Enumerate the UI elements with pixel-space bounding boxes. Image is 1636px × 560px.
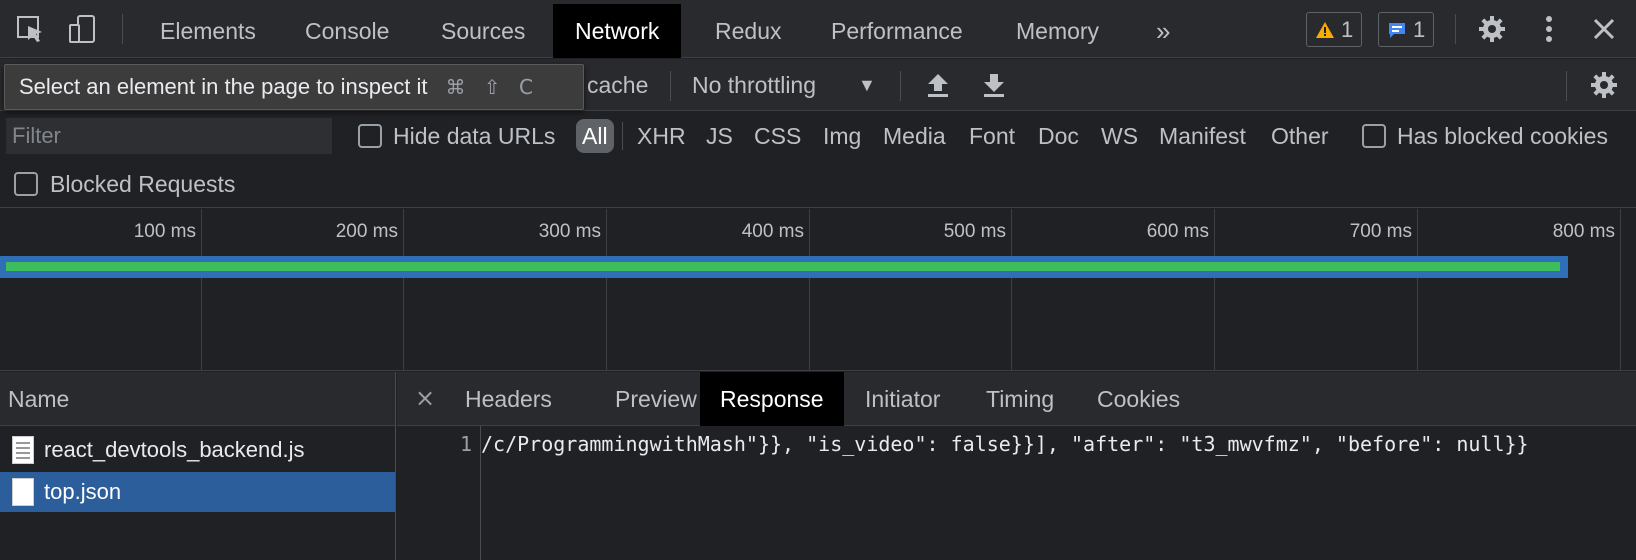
more-tabs-button[interactable]: » xyxy=(1134,4,1192,58)
tab-initiator[interactable]: Initiator xyxy=(845,372,960,426)
close-icon[interactable] xyxy=(1588,13,1620,45)
grid-line xyxy=(1620,209,1621,371)
details-tab-bar: × Headers Preview Response Initiator Tim… xyxy=(397,372,1636,426)
tab-elements[interactable]: Elements xyxy=(138,4,278,58)
settings-gear-icon[interactable] xyxy=(1476,13,1508,45)
tab-console[interactable]: Console xyxy=(283,4,411,58)
has-blocked-cookies-checkbox[interactable] xyxy=(1362,124,1386,148)
messages-badge[interactable]: 1 xyxy=(1378,12,1435,47)
filter-type-media[interactable]: Media xyxy=(883,112,946,160)
timeline-tick: 400 ms xyxy=(741,221,804,242)
has-blocked-cookies-label: Has blocked cookies xyxy=(1397,123,1608,149)
tab-response[interactable]: Response xyxy=(700,372,844,426)
tab-preview[interactable]: Preview xyxy=(595,372,717,426)
filter-type-js[interactable]: JS xyxy=(706,112,733,160)
timeline-tick: 200 ms xyxy=(335,221,398,242)
blocked-requests-checkbox[interactable] xyxy=(14,172,38,196)
tooltip-text: Select an element in the page to inspect… xyxy=(19,74,428,99)
filter-type-all[interactable]: All xyxy=(576,119,614,153)
more-options-icon[interactable] xyxy=(1533,13,1565,45)
timeline-tick: 300 ms xyxy=(538,221,601,242)
blocked-requests-label: Blocked Requests xyxy=(50,171,236,197)
grid-line xyxy=(1214,209,1215,371)
timeline-tick: 100 ms xyxy=(133,221,196,242)
chevron-down-icon[interactable]: ▼ xyxy=(858,59,876,111)
request-details: × Headers Preview Response Initiator Tim… xyxy=(397,372,1636,560)
close-details-icon[interactable]: × xyxy=(415,372,435,426)
divider xyxy=(1455,14,1456,44)
inspect-tooltip: Select an element in the page to inspect… xyxy=(4,64,584,110)
timeline-tick: 600 ms xyxy=(1146,221,1209,242)
name-column-header[interactable]: Name xyxy=(0,372,395,426)
request-row-selected[interactable]: top.json xyxy=(0,472,395,512)
grid-line xyxy=(1011,209,1012,371)
export-har-icon[interactable] xyxy=(978,69,1010,101)
tab-memory[interactable]: Memory xyxy=(994,4,1121,58)
network-settings-gear-icon[interactable] xyxy=(1588,69,1620,101)
tooltip-shortcut: ⌘ ⇧ C xyxy=(445,75,539,99)
tab-sources[interactable]: Sources xyxy=(419,4,547,58)
line-number: 1 xyxy=(459,432,472,456)
filter-type-css[interactable]: CSS xyxy=(754,112,801,160)
timeline-download-bar xyxy=(6,262,1560,271)
filter-type-font[interactable]: Font xyxy=(969,112,1015,160)
document-file-icon xyxy=(12,478,34,506)
tab-performance[interactable]: Performance xyxy=(809,4,985,58)
filter-bar: Hide data URLs All XHR JS CSS Img Media … xyxy=(0,112,1636,160)
tab-network[interactable]: Network xyxy=(553,4,682,58)
request-name: top.json xyxy=(44,479,122,504)
grid-line xyxy=(201,209,202,371)
warnings-badge[interactable]: 1 xyxy=(1306,12,1363,47)
throttling-select[interactable]: No throttling xyxy=(692,59,816,111)
divider xyxy=(622,122,623,150)
tab-redux[interactable]: Redux xyxy=(693,4,803,58)
grid-line xyxy=(403,209,404,371)
request-name: react_devtools_backend.js xyxy=(44,437,305,462)
network-toolbar: Select an element in the page to inspect… xyxy=(0,59,1636,111)
grid-line xyxy=(809,209,810,371)
filter-type-img[interactable]: Img xyxy=(823,112,861,160)
response-text: /c/ProgrammingwithMash"}}, "is_video": f… xyxy=(481,432,1529,456)
divider xyxy=(1566,71,1567,101)
warnings-count: 1 xyxy=(1341,16,1354,42)
tab-timing[interactable]: Timing xyxy=(966,372,1074,426)
filter-type-doc[interactable]: Doc xyxy=(1038,112,1079,160)
devtools-tab-bar: Elements Console Sources Network Redux P… xyxy=(0,0,1636,58)
timeline-tick: 700 ms xyxy=(1349,221,1412,242)
timeline-tick: 500 ms xyxy=(943,221,1006,242)
response-body[interactable]: /c/ProgrammingwithMash"}}, "is_video": f… xyxy=(481,426,1636,560)
filter-type-other[interactable]: Other xyxy=(1271,112,1329,160)
warning-icon xyxy=(1316,21,1334,38)
grid-line xyxy=(606,209,607,371)
request-row[interactable]: react_devtools_backend.js xyxy=(0,430,395,470)
device-toolbar-icon[interactable] xyxy=(66,13,98,45)
filter-type-ws[interactable]: WS xyxy=(1101,112,1138,160)
divider xyxy=(122,14,123,44)
inspect-element-icon[interactable] xyxy=(14,13,46,45)
timeline-tick: 800 ms xyxy=(1552,221,1615,242)
filter-type-xhr[interactable]: XHR xyxy=(637,112,686,160)
filter-type-manifest[interactable]: Manifest xyxy=(1159,112,1246,160)
disable-cache-label[interactable]: cache xyxy=(587,59,648,111)
hide-data-urls-checkbox[interactable] xyxy=(358,124,382,148)
divider xyxy=(670,71,671,101)
request-list: Name react_devtools_backend.js top.json xyxy=(0,372,396,560)
message-icon xyxy=(1389,22,1405,38)
messages-count: 1 xyxy=(1413,16,1426,42)
line-number-gutter: 1 xyxy=(397,426,481,560)
filter-input[interactable] xyxy=(6,118,332,154)
hide-data-urls-label: Hide data URLs xyxy=(393,123,556,149)
tab-cookies[interactable]: Cookies xyxy=(1077,372,1200,426)
import-har-icon[interactable] xyxy=(922,69,954,101)
divider xyxy=(900,71,901,101)
tab-headers[interactable]: Headers xyxy=(445,372,572,426)
grid-line xyxy=(1417,209,1418,371)
script-file-icon xyxy=(12,436,34,464)
timeline-overview[interactable]: 100 ms 200 ms 300 ms 400 ms 500 ms 600 m… xyxy=(0,209,1636,371)
blocked-requests-row: Blocked Requests xyxy=(0,160,1636,208)
